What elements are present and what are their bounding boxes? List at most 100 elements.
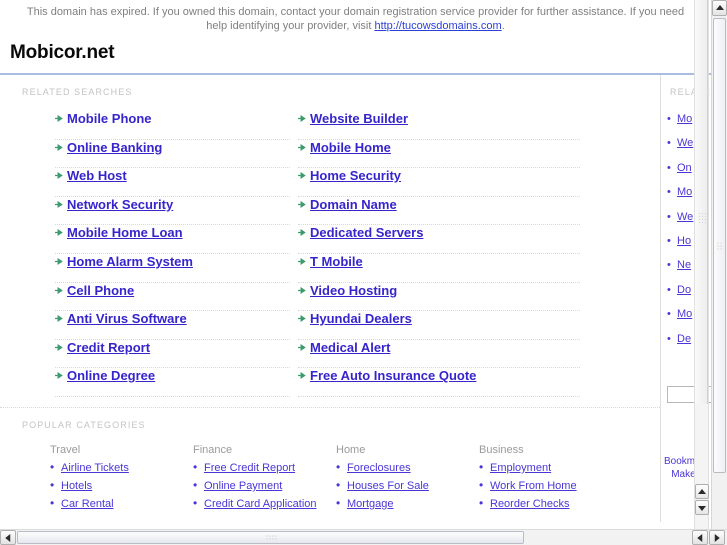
related-search-link[interactable]: Mobile Phone <box>67 111 152 126</box>
category-link[interactable]: Employment <box>490 462 551 474</box>
popular-categories-grid: Travel • Airline Tickets • Hotels • Car Rental… <box>0 430 660 515</box>
dot-bullet-icon: • <box>336 495 341 510</box>
page-content: This domain has expired. If you owned th… <box>0 0 711 529</box>
related-search-row: Anti Virus Software <box>55 311 290 340</box>
inner-scrollbar-grip <box>697 212 706 223</box>
related-search-link[interactable]: Domain Name <box>310 197 397 212</box>
sidebar-link[interactable]: We <box>677 137 693 149</box>
arrow-right-bullet-icon <box>298 257 310 266</box>
dot-bullet-icon: • <box>667 308 671 321</box>
category-link[interactable]: Mortgage <box>347 498 393 510</box>
banner-text-before: This domain has expired. If you owned th… <box>26 6 685 32</box>
arrow-right-bullet-icon <box>298 114 310 123</box>
page-scroll-left-button[interactable] <box>0 530 16 545</box>
category-link[interactable]: Online Payment <box>204 480 282 492</box>
page-scroll-right-button[interactable] <box>709 530 725 545</box>
sidebar-link[interactable]: De <box>677 333 691 345</box>
sidebar-link[interactable]: Mo <box>677 308 692 320</box>
related-search-link[interactable]: Online Banking <box>67 140 162 155</box>
related-search-row: Mobile Home Loan <box>55 225 290 254</box>
arrow-right-bullet-icon <box>298 143 310 152</box>
sidebar-link[interactable]: Mo <box>677 186 692 198</box>
related-search-link[interactable]: Video Hosting <box>310 283 397 298</box>
arrow-up-icon <box>698 488 706 494</box>
page-horizontal-scrollbar[interactable] <box>0 529 727 545</box>
related-searches-grid: Mobile Phone Online Banking Web Host Networ… <box>0 97 660 397</box>
sidebar-link[interactable]: Ho <box>677 235 691 247</box>
category-link[interactable]: Work From Home <box>490 480 577 492</box>
related-search-row: Free Auto Insurance Quote <box>298 368 580 397</box>
dot-bullet-icon: • <box>50 459 55 474</box>
category-link[interactable]: Car Rental <box>61 498 114 510</box>
inner-scrollbar-thumb[interactable] <box>695 0 708 404</box>
related-search-link[interactable]: Free Auto Insurance Quote <box>310 368 476 383</box>
page-scrollbar-thumb[interactable] <box>713 18 726 473</box>
dot-bullet-icon: • <box>479 495 484 510</box>
category-link[interactable]: Free Credit Report <box>204 462 295 474</box>
main-column: RELATED SEARCHES Mobile Phone Online Bank… <box>0 75 660 522</box>
dot-bullet-icon: • <box>50 495 55 510</box>
inner-vertical-scrollbar[interactable] <box>694 0 709 529</box>
related-search-link[interactable]: Mobile Home Loan <box>67 225 183 240</box>
category-link[interactable]: Airline Tickets <box>61 462 129 474</box>
related-search-link[interactable]: Dedicated Servers <box>310 225 423 240</box>
arrow-left-icon <box>5 533 11 542</box>
page-vertical-scrollbar[interactable] <box>711 0 727 529</box>
related-search-row: Home Alarm System <box>55 254 290 283</box>
related-search-link[interactable]: Home Security <box>310 168 401 183</box>
related-search-link[interactable]: Web Host <box>67 168 127 183</box>
arrow-right-bullet-icon <box>55 143 67 152</box>
category-column: Home • Foreclosures • Houses For Sale • Mortga… <box>336 444 479 515</box>
arrow-right-bullet-icon <box>298 171 310 180</box>
category-heading: Finance <box>193 443 233 456</box>
related-search-row: Website Builder <box>298 111 580 140</box>
dot-bullet-icon: • <box>193 459 198 474</box>
sidebar-link[interactable]: Ne <box>677 259 691 271</box>
sidebar-link[interactable]: On <box>677 162 692 174</box>
related-search-link[interactable]: Medical Alert <box>310 340 390 355</box>
category-item: • Foreclosures <box>336 461 479 474</box>
arrow-right-icon <box>714 533 720 542</box>
related-search-link[interactable]: Credit Report <box>67 340 150 355</box>
category-link[interactable]: Houses For Sale <box>347 480 429 492</box>
scrollbar-grip-icon <box>716 241 723 250</box>
sidebar-link[interactable]: Mo <box>677 113 692 125</box>
page-scroll-left-button-secondary[interactable] <box>692 530 708 545</box>
related-search-link[interactable]: Anti Virus Software <box>67 311 187 326</box>
arrow-right-bullet-icon <box>55 200 67 209</box>
related-search-link[interactable]: Home Alarm System <box>67 254 193 269</box>
related-search-row: Online Banking <box>55 140 290 169</box>
related-search-link[interactable]: Online Degree <box>67 368 155 383</box>
sidebar-link[interactable]: We <box>677 211 693 223</box>
inner-scroll-up-button[interactable] <box>695 484 709 499</box>
arrow-down-icon <box>698 505 706 511</box>
dot-bullet-icon: • <box>667 161 671 174</box>
page-hscrollbar-thumb[interactable] <box>17 531 524 544</box>
related-search-link[interactable]: Network Security <box>67 197 173 212</box>
arrow-right-bullet-icon <box>55 257 67 266</box>
page-scroll-up-button[interactable] <box>712 0 727 16</box>
related-search-link[interactable]: T Mobile <box>310 254 363 269</box>
arrow-right-bullet-icon <box>55 114 67 123</box>
related-search-row: Cell Phone <box>55 283 290 312</box>
related-search-link[interactable]: Cell Phone <box>67 283 134 298</box>
inner-scroll-down-button[interactable] <box>695 500 709 515</box>
category-item: • Free Credit Report <box>193 461 336 474</box>
category-link[interactable]: Credit Card Application <box>204 498 317 510</box>
category-link[interactable]: Reorder Checks <box>490 498 569 510</box>
related-search-link[interactable]: Hyundai Dealers <box>310 311 412 326</box>
page-title: Mobicor.net <box>10 42 115 63</box>
sidebar-link[interactable]: Do <box>677 284 691 296</box>
related-search-row: Medical Alert <box>298 340 580 369</box>
related-search-row: T Mobile <box>298 254 580 283</box>
related-search-link[interactable]: Website Builder <box>310 111 408 126</box>
related-search-link[interactable]: Mobile Home <box>310 140 391 155</box>
tucows-domains-link[interactable]: http://tucowsdomains.com <box>374 20 501 32</box>
category-item: • Reorder Checks <box>479 497 622 510</box>
scrollbar-grip-icon <box>265 534 276 541</box>
category-heading: Travel <box>50 443 81 456</box>
category-item: • Airline Tickets <box>50 461 193 474</box>
category-link[interactable]: Hotels <box>61 480 92 492</box>
category-column: Travel • Airline Tickets • Hotels • Car Rental <box>50 444 193 515</box>
category-link[interactable]: Foreclosures <box>347 462 411 474</box>
